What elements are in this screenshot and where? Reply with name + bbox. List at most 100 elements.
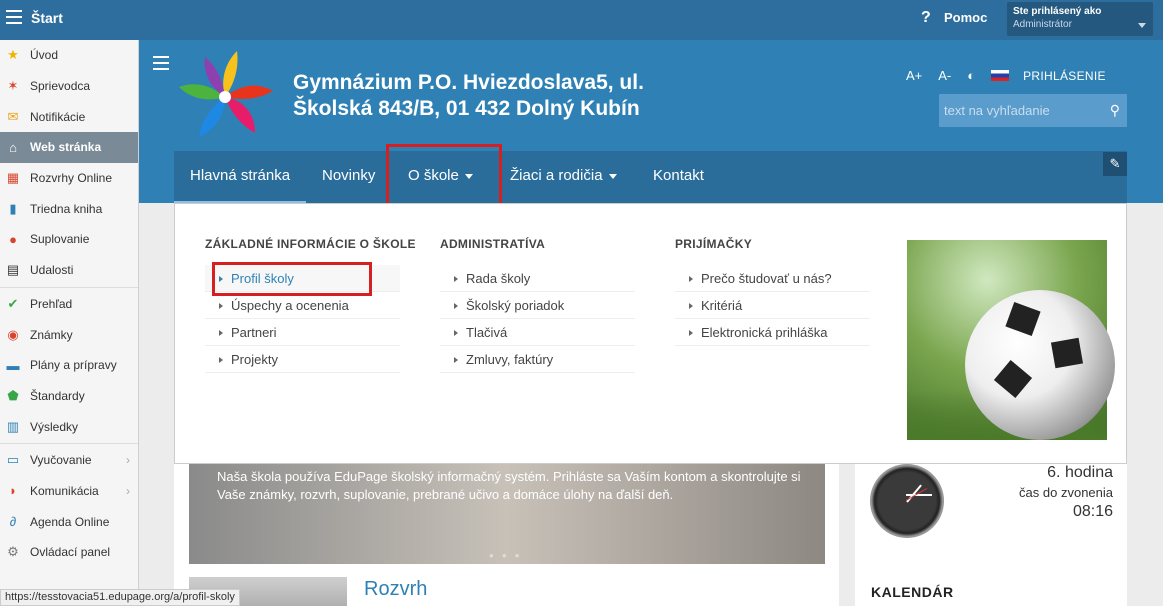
school-name[interactable]: Gymnázium P.O. Hviezdoslava5, ul. Školsk… [293,70,733,122]
school-name-line1: Gymnázium P.O. Hviezdoslava5, ul. [293,71,644,94]
sidebar-item-rozvrhy[interactable]: ▦ Rozvrhy Online [0,163,138,194]
book-open-icon: ▭ [6,452,20,468]
sidebar-item-sprievodca[interactable]: ✶ Sprievodca [0,71,138,102]
login-link[interactable]: PRIHLÁSENIE [1023,69,1106,83]
sidebar-item-vyucovanie[interactable]: ▭ Vyučovanie › [0,445,138,476]
menu-column-info: ZÁKLADNÉ INFORMÁCIE O ŠKOLE Profil školy… [205,237,416,373]
sidebar-item-label: Výsledky [30,419,79,434]
slider-dots[interactable]: ●●● [489,551,528,560]
wand-icon: ✶ [7,78,19,94]
nav-hlavna-stranka[interactable]: Hlavná stránka [174,151,307,203]
sidebar-item-label: Udalosti [30,263,74,278]
menu-column-title: ADMINISTRATÍVA [440,237,546,251]
sidebar-item-prehlad[interactable]: ✔ Prehľad [0,289,138,320]
shield-icon: ⬟ [7,387,19,403]
menu-item-projekty[interactable]: Projekty [205,346,400,373]
caret-down-icon [608,173,617,179]
menu-item-skolsky-poriadok[interactable]: Školský poriadok [440,292,635,319]
sidebar-divider [0,442,138,444]
sidebar-item-znamky[interactable]: ◉ Známky [0,319,138,350]
hero-caption: Naša škola používa EduPage školský infor… [217,469,801,502]
lesson-info: 6. hodina čas do zvonenia 08:16 [1019,464,1113,521]
envelope-icon: ✉ [7,108,19,124]
sidebar-item-suplovanie[interactable]: ● Suplovanie [0,224,138,255]
site-banner: Gymnázium P.O. Hviezdoslava5, ul. Školsk… [139,40,1163,207]
gear-icon: ⚙ [7,544,19,560]
briefcase-icon: ▬ [6,357,20,373]
search-icon[interactable]: ⚲ [1110,102,1120,119]
help-link[interactable]: Pomoc [944,10,987,25]
menu-item-prihlaska[interactable]: Elektronická prihláška [675,319,870,346]
star-icon: ★ [7,47,19,63]
menu-item-preco-studovat[interactable]: Prečo študovať u nás? [675,265,870,292]
sidebar-item-label: Sprievodca [30,79,91,94]
app-title[interactable]: Štart [31,10,63,26]
sidebar-item-komunikacia[interactable]: ◗ Komunikácia › [0,476,138,507]
highlight-box [212,262,372,296]
sidebar-item-vysledky[interactable]: ▥ Výsledky [0,411,138,442]
calendar-icon: ▤ [6,262,20,278]
help-icon[interactable]: ? [921,9,931,27]
sidebar-item-web-stranka[interactable]: ⌂ Web stránka [0,132,138,163]
site-tools: A+ A- ◐ PRIHLÁSENIE [906,68,1106,83]
flag-icon[interactable] [991,70,1010,81]
sidebar: ★ Úvod ✶ Sprievodca ✉ Notifikácie ⌂ Web strá… [0,40,139,606]
sidebar-item-label: Web stránka [30,140,102,155]
sidebar-item-label: Prehľad [30,296,73,311]
sidebar-item-agenda[interactable]: ∂ Agenda Online [0,506,138,537]
edit-pencil-button[interactable]: ✎ [1103,152,1127,176]
person-icon: ● [9,231,17,247]
sidebar-item-label: Triedna kniha [30,201,103,216]
calendar-title[interactable]: KALENDÁR [871,584,954,600]
sidebar-item-triedna-kniha[interactable]: ▮ Triedna kniha [0,193,138,224]
highlight-box [386,144,502,207]
font-decrease-button[interactable]: A- [938,68,951,83]
menu-column-prijimacky: PRIJÍMAČKY Prečo študovať u nás? Kritéri… [675,237,870,346]
menu-item-zmluvy[interactable]: Zmluvy, faktúry [440,346,635,373]
site-search: ⚲ [939,94,1127,127]
menu-item-profil-skoly[interactable]: Profil školy [205,262,400,296]
sidebar-item-uvod[interactable]: ★ Úvod [0,40,138,71]
menu-item-tlaciva[interactable]: Tlačivá [440,319,635,346]
ball-patch [1050,337,1084,369]
sidebar-item-plany[interactable]: ▬ Plány a prípravy [0,350,138,381]
timetable-title[interactable]: Rozvrh [364,578,427,601]
menu-column-title: PRIJÍMAČKY [675,237,753,251]
contrast-icon[interactable]: ◐ [967,68,975,83]
sidebar-item-label: Suplovanie [30,232,90,247]
chevron-right-icon: › [126,453,130,468]
sidebar-item-udalosti[interactable]: ▤ Udalosti [0,255,138,286]
school-name-line2: Školská 843/B, 01 432 Dolný Kubín [293,97,640,120]
sidebar-item-notifikacie[interactable]: ✉ Notifikácie [0,101,138,132]
chevron-right-icon: › [126,483,130,498]
search-input[interactable] [939,94,1099,127]
sidebar-item-ovladaci-panel[interactable]: ⚙ Ovládací panel [0,537,138,568]
sidebar-item-label: Notifikácie [30,109,86,124]
menu-icon[interactable] [6,10,22,24]
hero-image[interactable]: Naša škola používa EduPage školský infor… [189,464,825,571]
nav-novinky[interactable]: Novinky [306,151,391,203]
sidebar-item-label: Úvod [30,48,59,63]
house-icon: ⌂ [9,139,17,155]
school-logo [179,51,273,137]
font-increase-button[interactable]: A+ [906,68,922,83]
menu-item-kriteria[interactable]: Kritériá [675,292,870,319]
sidebar-item-label: Známky [30,327,73,342]
calendar-card: KALENDÁR [855,570,1127,606]
sidebar-item-label: Rozvrhy Online [30,171,113,186]
sidebar-item-label: Vyučovanie [30,453,92,468]
website-preview: Gymnázium P.O. Hviezdoslava5, ul. Školsk… [139,40,1163,606]
menu-item-uspechy[interactable]: Úspechy a ocenenia [205,292,400,319]
nav-ziaci-a-rodicia[interactable]: Žiaci a rodičia [494,151,633,203]
lesson-countdown: 08:16 [1072,503,1113,520]
sidebar-item-label: Plány a prípravy [30,358,117,373]
menu-item-rada-skoly[interactable]: Rada školy [440,265,635,292]
mega-menu: ZÁKLADNÉ INFORMÁCIE O ŠKOLE Profil školy… [174,203,1127,464]
user-menu[interactable]: Ste prihlásený ako Administrátor [1007,2,1153,36]
top-bar: Štart ? Pomoc Ste prihlásený ako Adminis… [0,0,1163,40]
sidebar-item-label: Ovládací panel [30,545,111,560]
site-menu-icon[interactable] [153,56,169,70]
nav-kontakt[interactable]: Kontakt [637,151,720,203]
sidebar-item-standardy[interactable]: ⬟ Štandardy [0,381,138,412]
menu-item-partneri[interactable]: Partneri [205,319,400,346]
